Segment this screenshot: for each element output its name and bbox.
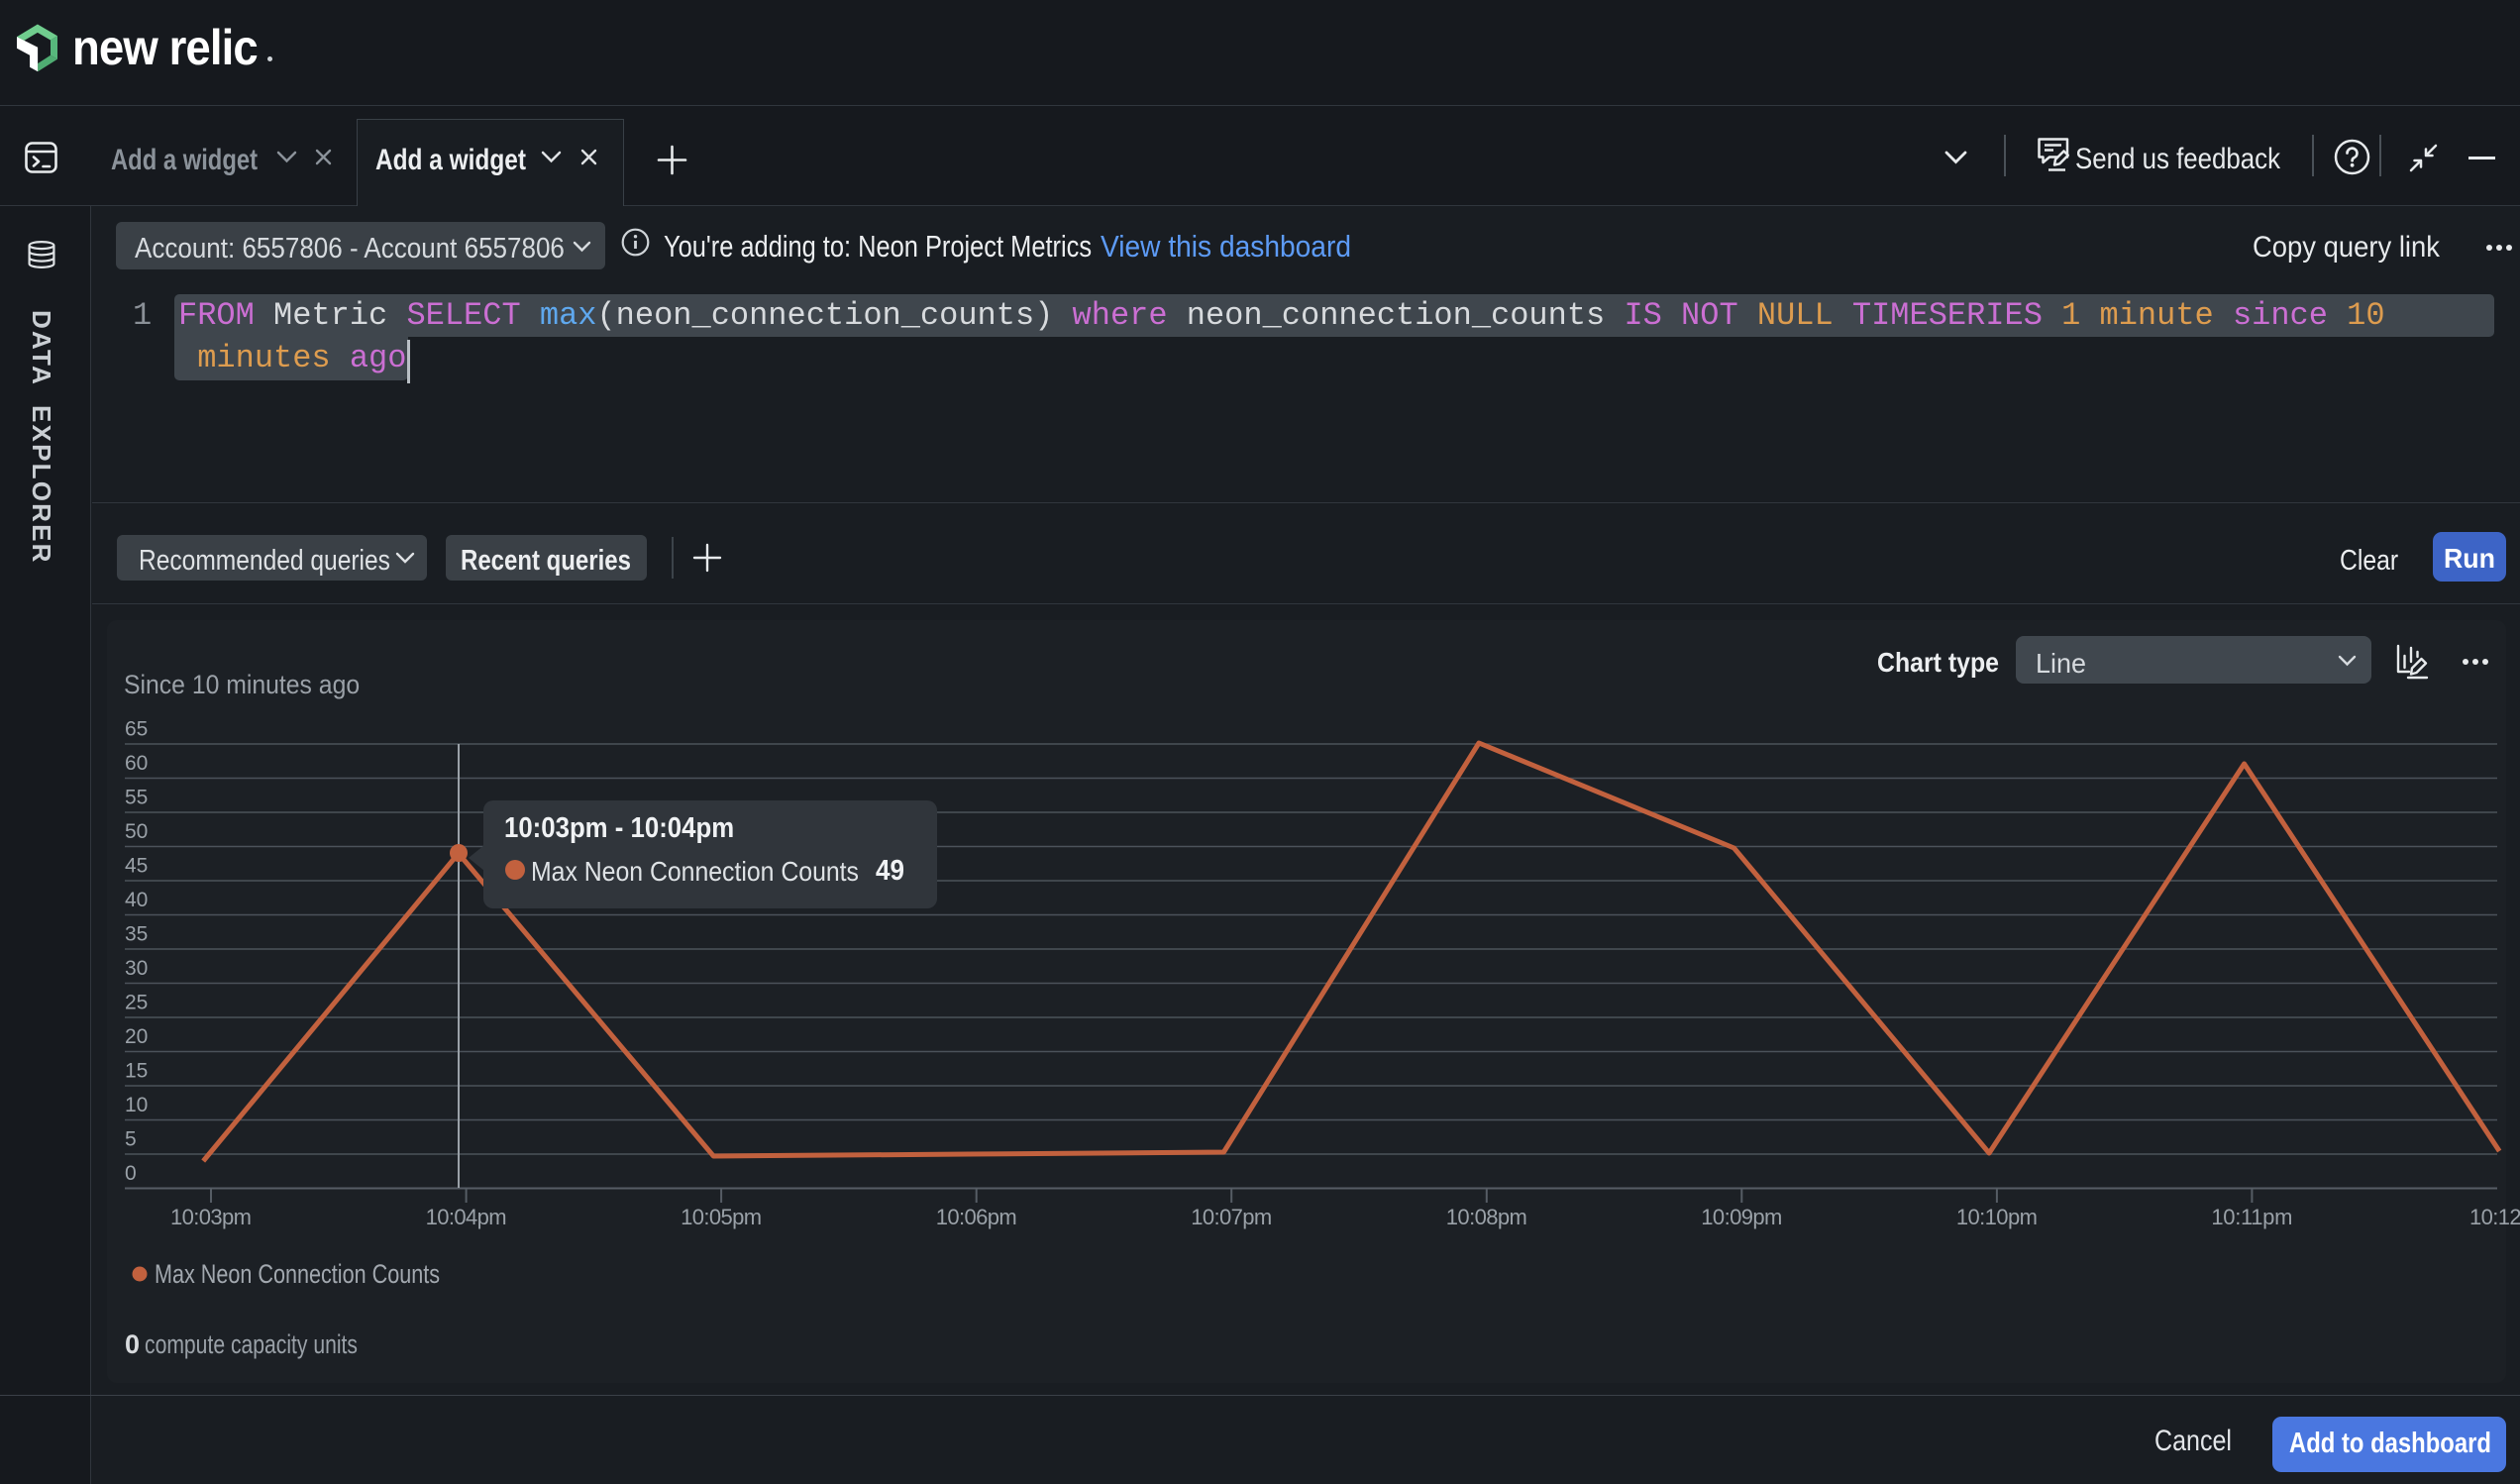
svg-text:10:07pm: 10:07pm xyxy=(1191,1205,1272,1229)
svg-text:65: 65 xyxy=(125,718,148,741)
svg-text:10:11pm: 10:11pm xyxy=(2211,1205,2292,1229)
svg-text:5: 5 xyxy=(125,1128,137,1151)
svg-text:15: 15 xyxy=(125,1060,148,1083)
svg-text:10:08pm: 10:08pm xyxy=(1446,1205,1527,1229)
svg-text:10:04pm: 10:04pm xyxy=(426,1205,507,1229)
svg-text:10:05pm: 10:05pm xyxy=(681,1205,762,1229)
svg-text:35: 35 xyxy=(125,923,148,946)
svg-text:20: 20 xyxy=(125,1025,148,1048)
svg-text:Max Neon Connection Counts: Max Neon Connection Counts xyxy=(155,1259,440,1289)
svg-text:45: 45 xyxy=(125,855,148,878)
svg-text:0: 0 xyxy=(125,1162,137,1185)
svg-text:10:06pm: 10:06pm xyxy=(936,1205,1017,1229)
svg-text:30: 30 xyxy=(125,957,148,980)
svg-text:50: 50 xyxy=(125,820,148,843)
svg-text:0: 0 xyxy=(125,1329,140,1359)
svg-text:10:09pm: 10:09pm xyxy=(1701,1205,1782,1229)
svg-text:10:10pm: 10:10pm xyxy=(1956,1205,2038,1229)
svg-text:25: 25 xyxy=(125,992,148,1014)
svg-text:55: 55 xyxy=(125,787,148,809)
svg-text:60: 60 xyxy=(125,752,148,775)
svg-text:compute capacity units: compute capacity units xyxy=(145,1329,358,1359)
svg-text:10:12pm: 10:12pm xyxy=(2469,1205,2520,1229)
svg-text:10:03pm: 10:03pm xyxy=(170,1205,252,1229)
svg-text:10: 10 xyxy=(125,1094,148,1116)
svg-text:40: 40 xyxy=(125,889,148,911)
